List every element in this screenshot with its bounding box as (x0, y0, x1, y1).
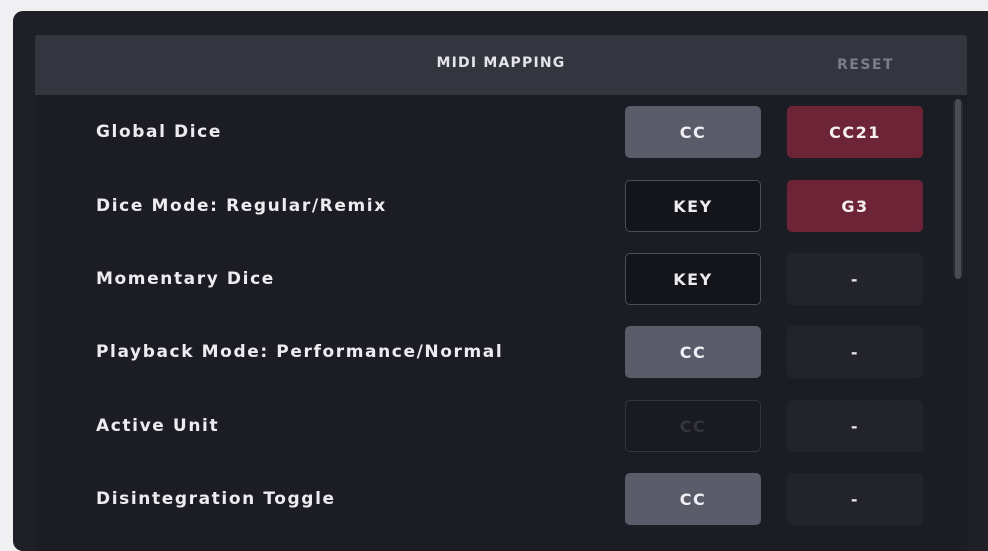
mapping-row-active-unit: Active Unit CC - (35, 400, 967, 452)
value-button[interactable]: - (787, 326, 923, 378)
row-label: Momentary Dice (96, 269, 275, 289)
value-button[interactable]: CC21 (787, 106, 923, 158)
value-button[interactable]: - (787, 473, 923, 525)
mapping-row-global-dice: Global Dice CC CC21 (35, 106, 967, 158)
value-button[interactable]: - (787, 400, 923, 452)
type-button[interactable]: CC (625, 473, 761, 525)
type-button[interactable]: CC (625, 326, 761, 378)
mapping-row-dice-mode: Dice Mode: Regular/Remix KEY G3 (35, 180, 967, 232)
type-button[interactable]: KEY (625, 253, 761, 305)
value-button[interactable]: - (787, 253, 923, 305)
midi-mapping-panel: MIDI MAPPING RESET Global Dice CC CC21 D… (13, 11, 988, 551)
type-button[interactable]: KEY (625, 180, 761, 232)
value-button[interactable]: G3 (787, 180, 923, 232)
mapping-list: Global Dice CC CC21 Dice Mode: Regular/R… (35, 95, 967, 551)
panel-title: MIDI MAPPING (436, 55, 566, 71)
reset-button[interactable]: RESET (837, 35, 894, 95)
type-button[interactable]: CC (625, 106, 761, 158)
scrollbar-thumb[interactable] (955, 99, 961, 279)
row-label: Disintegration Toggle (96, 489, 336, 509)
row-label: Active Unit (96, 416, 220, 436)
mapping-row-momentary-dice: Momentary Dice KEY - (35, 253, 967, 305)
mapping-row-disintegration-toggle: Disintegration Toggle CC - (35, 473, 967, 525)
scrollbar[interactable] (953, 99, 963, 279)
row-label: Dice Mode: Regular/Remix (96, 196, 387, 216)
panel-header: MIDI MAPPING RESET (35, 35, 967, 95)
mapping-row-playback-mode: Playback Mode: Performance/Normal CC - (35, 326, 967, 378)
row-label: Playback Mode: Performance/Normal (96, 342, 504, 362)
row-label: Global Dice (96, 122, 222, 142)
type-button[interactable]: CC (625, 400, 761, 452)
